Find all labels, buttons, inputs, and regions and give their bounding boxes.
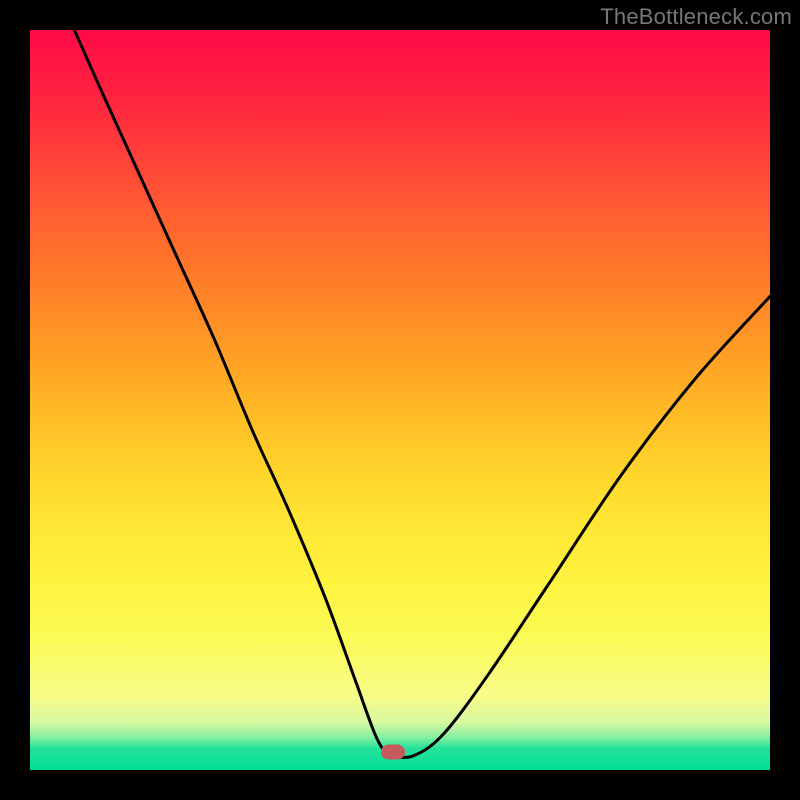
bottleneck-curve [74,30,770,758]
optimal-point-marker [381,744,405,759]
chart-frame: TheBottleneck.com [0,0,800,800]
plot-area [30,30,770,770]
curve-layer [30,30,770,770]
watermark-text: TheBottleneck.com [600,4,792,30]
